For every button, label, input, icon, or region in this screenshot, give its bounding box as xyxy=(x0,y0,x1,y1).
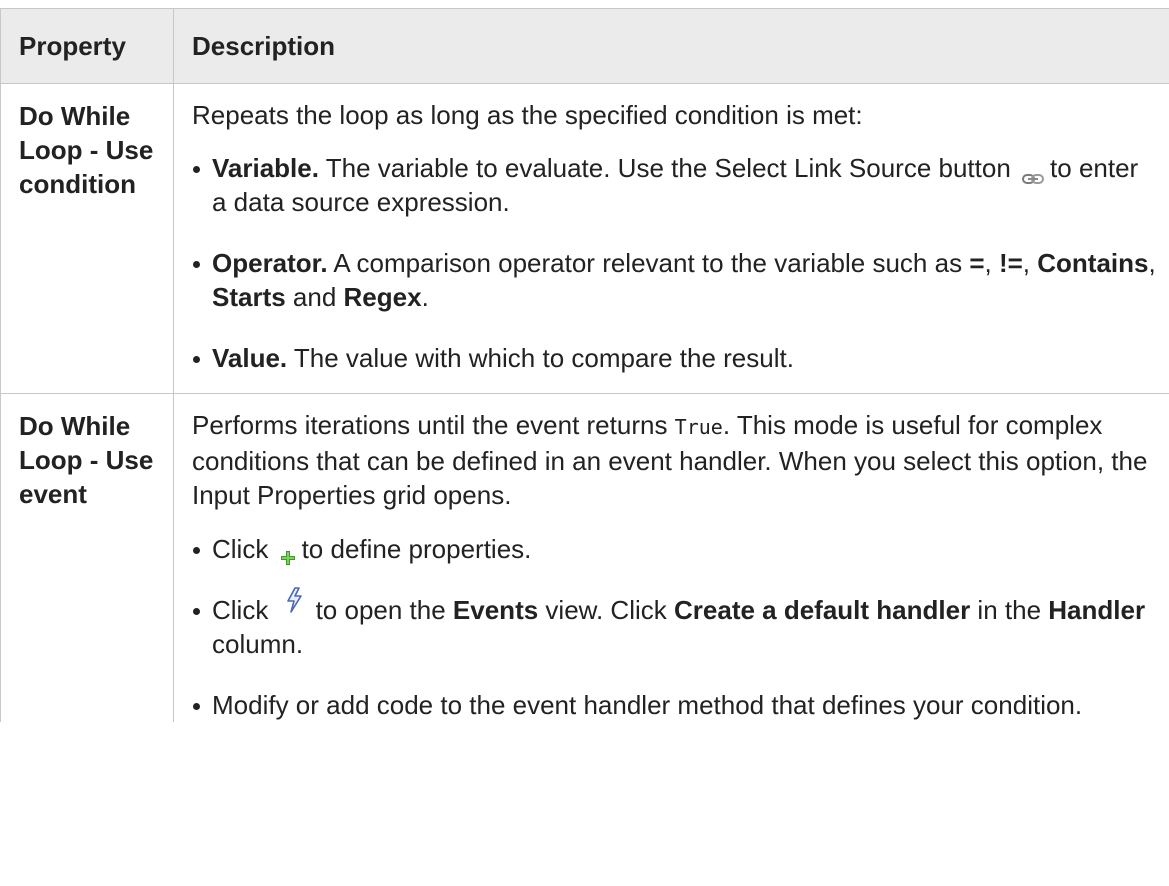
code-true: True xyxy=(674,415,723,439)
table-row: Do While Loop - Use event Performs itera… xyxy=(0,393,1169,722)
header-property: Property xyxy=(0,8,174,84)
property-name-condition: Do While Loop - Use condition xyxy=(0,83,174,394)
property-table: Property Description Do While Loop - Use… xyxy=(0,8,1169,722)
table-header-row: Property Description xyxy=(0,8,1169,84)
description-condition: Repeats the loop as long as the specifie… xyxy=(173,83,1169,394)
event-steps-list: Click to define properties. Click to ope… xyxy=(192,532,1159,722)
description-intro: Repeats the loop as long as the specifie… xyxy=(192,100,863,130)
list-item-variable: Variable. The variable to evaluate. Use … xyxy=(192,151,1159,219)
header-description: Description xyxy=(173,8,1169,84)
list-item-step1: Click to define properties. xyxy=(192,532,1159,566)
plus-icon xyxy=(280,540,296,566)
property-name-event: Do While Loop - Use event xyxy=(0,393,174,722)
term-variable: Variable. xyxy=(212,153,319,183)
condition-list: Variable. The variable to evaluate. Use … xyxy=(192,151,1159,375)
list-item-step2: Click to open the Events view. Click Cre… xyxy=(192,587,1159,661)
list-item-operator: Operator. A comparison operator relevant… xyxy=(192,246,1159,314)
link-icon xyxy=(1022,160,1045,185)
table-row: Do While Loop - Use condition Repeats th… xyxy=(0,83,1169,394)
description-event: Performs iterations until the event retu… xyxy=(173,393,1169,722)
lightning-icon xyxy=(284,587,304,613)
description-intro: Performs iterations until the event retu… xyxy=(192,410,1148,510)
list-item-step3: Modify or add code to the event handler … xyxy=(192,688,1159,722)
list-item-value: Value. The value with which to compare t… xyxy=(192,341,1159,375)
term-operator: Operator. xyxy=(212,248,328,278)
term-value: Value. xyxy=(212,343,288,373)
